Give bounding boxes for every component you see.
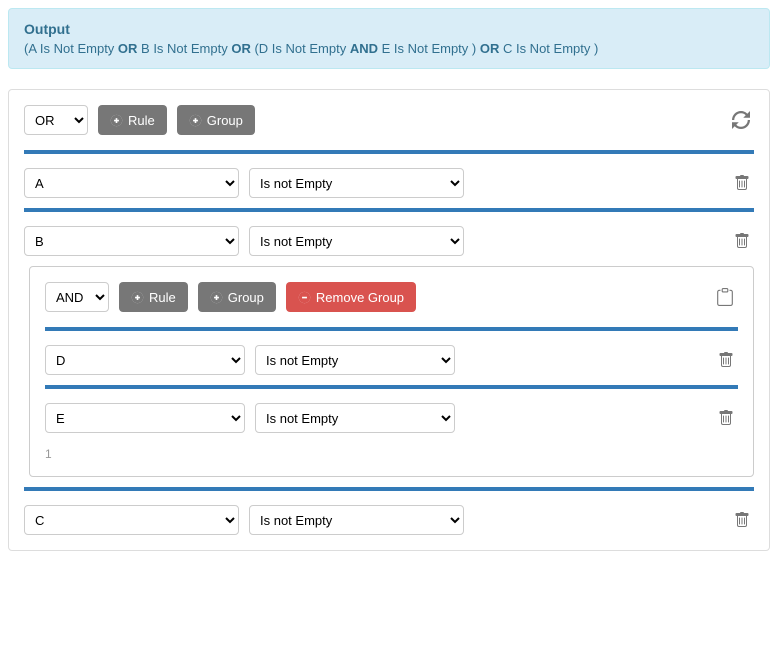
plus-circle-icon [131, 291, 144, 304]
rule-block: D Is not Empty [45, 327, 738, 375]
trash-icon [734, 512, 750, 528]
copy-group-button[interactable] [712, 284, 738, 310]
rule-row: E Is not Empty [45, 403, 738, 433]
operator-select[interactable]: Is not Empty [249, 168, 464, 198]
plus-circle-icon [210, 291, 223, 304]
rule-row: D Is not Empty [45, 345, 738, 375]
field-select[interactable]: C [24, 505, 239, 535]
operator-select[interactable]: Is not Empty [249, 505, 464, 535]
rule-row: B Is not Empty [24, 226, 754, 256]
remove-group-button[interactable]: Remove Group [286, 282, 416, 312]
delete-rule-button[interactable] [730, 171, 754, 195]
trash-icon [734, 233, 750, 249]
rule-row: C Is not Empty [24, 505, 754, 535]
field-select[interactable]: E [45, 403, 245, 433]
refresh-button[interactable] [728, 107, 754, 133]
trash-icon [718, 410, 734, 426]
field-select[interactable]: A [24, 168, 239, 198]
nested-condition-select[interactable]: AND [45, 282, 109, 312]
trash-icon [734, 175, 750, 191]
plus-circle-icon [189, 114, 202, 127]
delete-rule-button[interactable] [714, 406, 738, 430]
rule-block: A Is not Empty [24, 150, 754, 198]
plus-circle-icon [110, 114, 123, 127]
copy-icon [716, 288, 734, 306]
add-group-button[interactable]: Group [177, 105, 255, 135]
query-builder: OR Rule Group A [8, 89, 770, 551]
operator-select[interactable]: Is not Empty [255, 345, 455, 375]
operator-select[interactable]: Is not Empty [249, 226, 464, 256]
delete-rule-button[interactable] [714, 348, 738, 372]
add-rule-button[interactable]: Rule [98, 105, 167, 135]
rule-block: B Is not Empty [24, 208, 754, 256]
operator-select[interactable]: Is not Empty [255, 403, 455, 433]
minus-circle-icon [298, 291, 311, 304]
root-condition-select[interactable]: OR [24, 105, 88, 135]
rule-block: E Is not Empty [45, 385, 738, 433]
nested-group: AND Rule Group Remove Group [29, 266, 754, 477]
root-group-header: OR Rule Group [24, 105, 754, 135]
output-expression: (A Is Not Empty OR B Is Not Empty OR (D … [24, 41, 754, 56]
add-group-button[interactable]: Group [198, 282, 276, 312]
delete-rule-button[interactable] [730, 229, 754, 253]
nested-group-header: AND Rule Group Remove Group [45, 282, 738, 312]
trash-icon [718, 352, 734, 368]
field-select[interactable]: D [45, 345, 245, 375]
refresh-icon [732, 111, 750, 129]
field-select[interactable]: B [24, 226, 239, 256]
group-footer-label: 1 [45, 447, 738, 461]
output-panel: Output (A Is Not Empty OR B Is Not Empty… [8, 8, 770, 69]
add-rule-button[interactable]: Rule [119, 282, 188, 312]
rule-block: C Is not Empty [24, 487, 754, 535]
output-title: Output [24, 21, 754, 37]
delete-rule-button[interactable] [730, 508, 754, 532]
rule-row: A Is not Empty [24, 168, 754, 198]
